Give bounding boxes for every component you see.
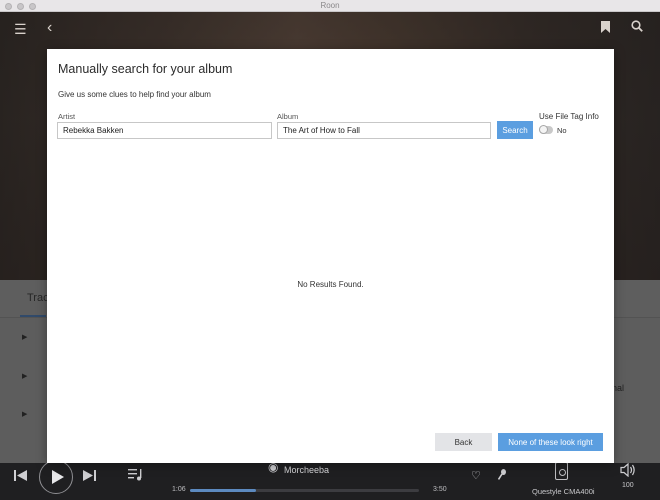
back-arrow-icon[interactable]: ‹ — [47, 19, 52, 37]
none-look-right-button[interactable]: None of these look right — [498, 433, 603, 451]
previous-icon[interactable] — [14, 469, 27, 485]
now-playing-artist[interactable]: Morcheeba — [284, 465, 329, 475]
file-tag-info-label: Use File Tag Info — [539, 112, 599, 121]
play-icon — [52, 470, 64, 484]
bookmark-icon[interactable] — [601, 20, 610, 36]
next-icon[interactable] — [83, 469, 96, 485]
volume-level: 100 — [622, 482, 634, 489]
dialog-title: Manually search for your album — [58, 62, 233, 76]
volume-icon[interactable] — [620, 462, 636, 480]
manual-album-search-dialog: Manually search for your album Give us s… — [47, 49, 614, 463]
search-button[interactable]: Search — [497, 121, 533, 139]
queue-icon[interactable] — [128, 468, 144, 484]
dialog-subtitle: Give us some clues to help find your alb… — [58, 90, 211, 99]
no-results-message: No Results Found. — [297, 280, 364, 289]
toggle-knob — [539, 125, 548, 134]
back-button[interactable]: Back — [435, 433, 492, 451]
search-icon[interactable] — [631, 19, 643, 35]
hamburger-icon[interactable]: ☰ — [14, 21, 27, 38]
progress-fill — [190, 489, 257, 492]
time-total: 3:50 — [433, 486, 447, 493]
album-input[interactable] — [277, 122, 491, 139]
player-bar: ◉ Morcheeba 1:06 3:50 ♡ Questyle CMA400i… — [0, 460, 660, 500]
zone-name[interactable]: Questyle CMA400i — [532, 487, 595, 496]
microphone-icon[interactable] — [497, 469, 507, 483]
heart-icon[interactable]: ♡ — [471, 469, 481, 482]
album-label: Album — [277, 112, 299, 121]
artist-label: Artist — [58, 112, 76, 121]
play-button[interactable] — [39, 460, 73, 494]
speaker-device-icon[interactable] — [555, 462, 568, 480]
progress-bar[interactable] — [190, 489, 419, 492]
file-tag-info-toggle[interactable] — [539, 125, 553, 134]
time-elapsed: 1:06 — [172, 486, 186, 493]
window-title: Roon — [320, 1, 340, 10]
artist-input[interactable] — [57, 122, 272, 139]
file-tag-info-state: No — [557, 126, 567, 135]
window-title-bar: Roon — [0, 0, 660, 12]
